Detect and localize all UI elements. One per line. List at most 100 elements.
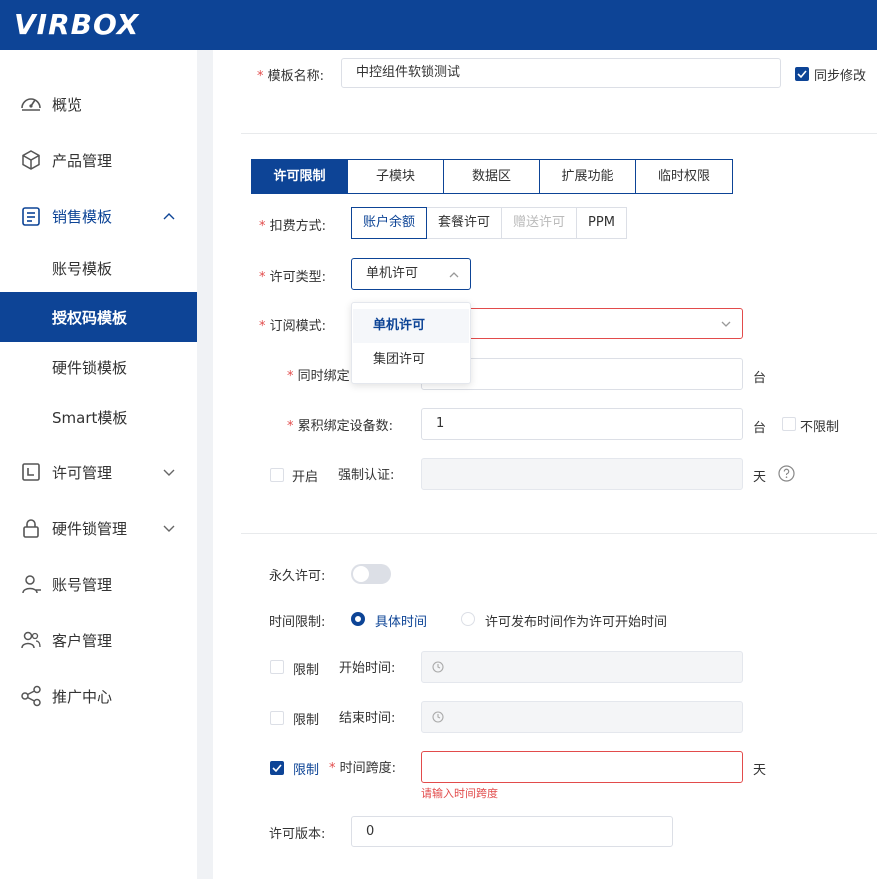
radio-specific-time[interactable] [351, 612, 365, 626]
end-time-input [421, 701, 743, 733]
start-time-limit-label: 限制 [293, 663, 320, 678]
end-time-label: 结束时间: [339, 711, 396, 726]
force-auth-enable-label: 开启 [292, 470, 319, 485]
concurrent-bind-label: * 同时绑定 [287, 369, 350, 384]
tab-license-limits[interactable]: 许可限制 [252, 160, 348, 193]
unlimited-label: 不限制 [800, 420, 840, 435]
license-icon [22, 463, 40, 481]
time-span-label: * 时间跨度: [329, 761, 397, 776]
chevron-up-icon [449, 272, 459, 278]
top-bar: VIRBOX [0, 0, 877, 50]
sidebar: 概览 产品管理 销售模板 账号模板 授权码模板 硬件锁模板 Smart模板 许可… [0, 50, 197, 879]
sidebar-item-label: 客户管理 [52, 632, 113, 650]
tab-extensions[interactable]: 扩展功能 [540, 160, 636, 193]
virbox-logo[interactable]: VIRBOX [14, 8, 139, 41]
sync-label: 同步修改 [814, 69, 867, 84]
template-icon [22, 207, 40, 226]
force-auth-input [421, 458, 743, 490]
start-time-label: 开始时间: [339, 661, 396, 676]
cumulative-bind-input[interactable]: 1 [421, 408, 743, 440]
start-time-input [421, 651, 743, 683]
sidebar-item-license-management[interactable]: 许可管理 [0, 447, 197, 497]
radio-release-time-label: 许可发布时间作为许可开始时间 [485, 615, 668, 630]
sidebar-item-products[interactable]: 产品管理 [0, 135, 197, 185]
time-span-limit-checkbox[interactable] [270, 761, 284, 775]
template-name-label: * 模板名称: [257, 69, 325, 84]
version-label: 许可版本: [269, 827, 326, 842]
sidebar-item-label: 硬件锁模板 [52, 359, 128, 377]
help-icon[interactable] [778, 465, 795, 482]
sidebar-item-smart-template[interactable]: Smart模板 [0, 392, 197, 442]
end-time-limit-checkbox[interactable] [270, 711, 284, 725]
billing-option-gift: 赠送许可 [501, 207, 578, 239]
check-icon [272, 764, 282, 773]
dropdown-option-standalone[interactable]: 单机许可 [353, 309, 469, 343]
check-icon [797, 70, 807, 79]
start-time-limit-checkbox[interactable] [270, 660, 284, 674]
user-icon [22, 575, 41, 594]
sidebar-item-promotion-center[interactable]: 推广中心 [0, 671, 197, 721]
dashboard-icon [21, 98, 41, 111]
chevron-down-icon [163, 525, 175, 532]
license-type-dropdown: 单机许可 集团许可 [351, 302, 471, 384]
sidebar-item-authcode-template[interactable]: 授权码模板 [0, 292, 197, 342]
template-name-input[interactable]: 中控组件软锁测试 [341, 58, 781, 88]
force-auth-enable-checkbox[interactable] [270, 468, 284, 482]
sync-checkbox[interactable] [795, 67, 809, 81]
clock-icon [432, 661, 444, 673]
users-icon [21, 631, 41, 649]
lock-icon [23, 519, 39, 538]
time-span-limit-label: 限制 [293, 763, 320, 778]
sidebar-item-label: 推广中心 [52, 688, 113, 706]
sidebar-item-label: 账号管理 [52, 576, 113, 594]
permanent-label: 永久许可: [269, 569, 326, 584]
force-auth-label: 强制认证: [338, 468, 395, 483]
end-time-limit-label: 限制 [293, 713, 320, 728]
sidebar-item-overview[interactable]: 概览 [0, 79, 197, 129]
dropdown-option-group[interactable]: 集团许可 [353, 343, 469, 377]
license-type-label: * 许可类型: [259, 270, 327, 285]
billing-button-group: 账户余额 套餐许可 赠送许可 PPM [351, 207, 627, 239]
time-span-error: 请输入时间跨度 [421, 787, 498, 800]
tab-bar: 许可限制 子模块 数据区 扩展功能 临时权限 [251, 159, 733, 194]
unlimited-checkbox[interactable] [782, 417, 796, 431]
concurrent-bind-unit: 台 [753, 371, 767, 386]
billing-option-ppm[interactable]: PPM [576, 207, 627, 239]
sidebar-item-dongle-management[interactable]: 硬件锁管理 [0, 503, 197, 553]
billing-option-package[interactable]: 套餐许可 [426, 207, 503, 239]
sidebar-item-label: 授权码模板 [52, 309, 128, 327]
cumulative-bind-unit: 台 [753, 421, 767, 436]
sidebar-item-label: 许可管理 [52, 464, 113, 482]
chevron-down-icon [163, 469, 175, 476]
permanent-toggle[interactable] [351, 564, 391, 584]
chevron-up-icon [163, 213, 175, 220]
billing-option-balance[interactable]: 账户余额 [351, 207, 428, 239]
time-limit-label: 时间限制: [269, 615, 326, 630]
sidebar-item-label: 销售模板 [52, 208, 113, 226]
radio-specific-time-label: 具体时间 [375, 615, 428, 630]
license-type-select[interactable]: 单机许可 [351, 258, 471, 290]
divider [241, 133, 877, 134]
tab-temp-permissions[interactable]: 临时权限 [636, 160, 732, 193]
sidebar-item-account-management[interactable]: 账号管理 [0, 559, 197, 609]
version-input[interactable]: 0 [351, 816, 673, 847]
billing-label: * 扣费方式: [259, 219, 327, 234]
tab-submodules[interactable]: 子模块 [348, 160, 444, 193]
tab-data-area[interactable]: 数据区 [444, 160, 540, 193]
sidebar-item-dongle-template[interactable]: 硬件锁模板 [0, 342, 197, 392]
force-auth-unit: 天 [753, 470, 767, 485]
cube-icon [22, 150, 40, 170]
sidebar-item-customer-management[interactable]: 客户管理 [0, 615, 197, 665]
time-span-input[interactable] [421, 751, 743, 783]
time-span-unit: 天 [753, 763, 767, 778]
divider [241, 533, 877, 534]
sidebar-item-label: 账号模板 [52, 260, 113, 278]
share-icon [21, 685, 41, 707]
sidebar-item-sales-templates[interactable]: 销售模板 [0, 191, 197, 241]
sidebar-item-account-template[interactable]: 账号模板 [0, 243, 197, 293]
sidebar-item-label: 产品管理 [52, 152, 113, 170]
radio-release-time[interactable] [461, 612, 475, 626]
cumulative-bind-label: * 累积绑定设备数: [287, 419, 394, 434]
main-content: * 模板名称: 中控组件软锁测试 同步修改 许可限制 子模块 数据区 扩展功能 … [213, 50, 877, 879]
toggle-knob [353, 566, 369, 582]
